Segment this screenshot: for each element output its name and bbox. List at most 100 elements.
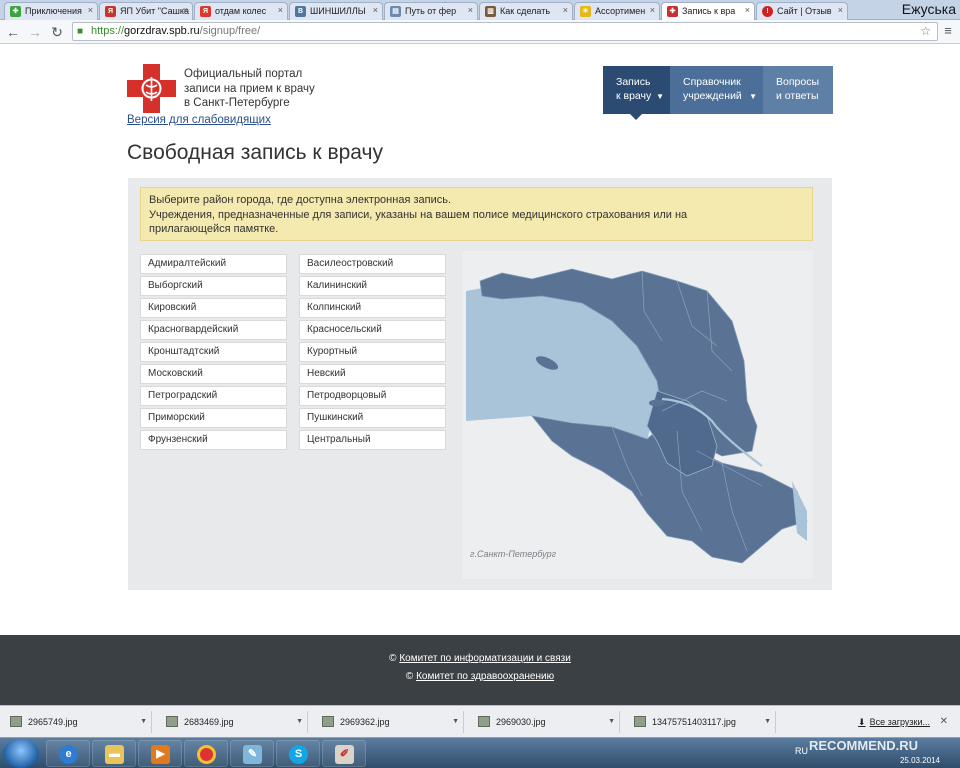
clock-date[interactable]: 25.03.2014 — [900, 756, 940, 765]
dropdown-arrow-icon[interactable]: ▼ — [764, 711, 771, 733]
medical-cross-logo-icon[interactable] — [127, 64, 176, 113]
tab-label: Путь от фер — [405, 6, 457, 16]
recommend-watermark: RECOMMEND.RU — [809, 738, 919, 753]
nav-item-faq[interactable]: Вопросы и ответы — [763, 66, 833, 114]
dropdown-arrow-icon[interactable]: ▼ — [140, 711, 147, 733]
taskbar-ie[interactable]: e — [46, 740, 90, 767]
close-icon[interactable]: × — [650, 5, 655, 15]
footer-link-informatization[interactable]: Комитет по информатизации и связи — [399, 653, 570, 664]
district-button[interactable]: Кировский — [140, 298, 287, 318]
screenshot: ✚ Приключения × Я ЯП Убит "Сашка × Я отд… — [0, 0, 960, 768]
district-button[interactable]: Центральный — [299, 430, 446, 450]
nav-item-directory[interactable]: Справочник учреждений ▼ — [670, 66, 763, 114]
copyright-symbol: © — [405, 671, 414, 682]
chrome-icon — [197, 745, 216, 764]
close-icon[interactable]: × — [278, 5, 283, 15]
browser-tab[interactable]: Я ЯП Убит "Сашка × — [99, 2, 193, 20]
nav-label: Вопросы — [776, 76, 820, 88]
download-filename: 2969030.jpg — [496, 717, 546, 727]
notepad-icon: ✎ — [243, 745, 262, 764]
taskbar-skype[interactable]: S — [276, 740, 320, 767]
district-button[interactable]: Московский — [140, 364, 287, 384]
district-button[interactable]: Пушкинский — [299, 408, 446, 428]
browser-tab[interactable]: B ШИНШИЛЛЫ × — [289, 2, 383, 20]
close-icon[interactable]: × — [745, 5, 750, 15]
dropdown-arrow-icon[interactable]: ▼ — [452, 711, 459, 733]
image-file-icon — [166, 716, 178, 727]
language-indicator[interactable]: RU — [795, 746, 808, 756]
bookmark-star-icon[interactable]: ☆ — [920, 23, 931, 40]
profile-name[interactable]: Ежуська — [902, 1, 956, 17]
taskbar-explorer[interactable]: ▬ — [92, 740, 136, 767]
taskbar-paint[interactable]: ✐ — [322, 740, 366, 767]
district-button[interactable]: Курортный — [299, 342, 446, 362]
browser-tab[interactable]: ! Сайт | Отзыв × — [756, 2, 848, 20]
notice-line: прилагающейся памятке. — [149, 223, 279, 235]
tab-label: ЯП Убит "Сашка — [120, 6, 189, 16]
taskbar-media[interactable]: ▶ — [138, 740, 182, 767]
download-item[interactable]: 13475751403117.jpg ▼ — [628, 711, 776, 733]
vk-icon: B — [295, 6, 306, 17]
city-map[interactable]: г.Санкт-Петербург — [462, 251, 813, 579]
district-button[interactable]: Василеостровский — [299, 254, 446, 274]
close-icon[interactable]: × — [88, 5, 93, 15]
tab-label: Приключения — [25, 6, 82, 16]
close-icon[interactable]: × — [373, 5, 378, 15]
low-vision-link[interactable]: Версия для слабовидящих — [127, 114, 271, 126]
browser-tab[interactable]: ▤ Путь от фер × — [384, 2, 478, 20]
taskbar-chrome[interactable] — [184, 740, 228, 767]
system-tray: RU RECOMMEND.RU 25.03.2014 — [795, 738, 960, 768]
download-filename: 2969362.jpg — [340, 717, 390, 727]
download-item[interactable]: 2969030.jpg ▼ — [472, 711, 620, 733]
sun-icon: ☀ — [580, 6, 591, 17]
portal-title: Официальный портал записи на прием к вра… — [184, 67, 344, 111]
browser-tab[interactable]: ☀ Ассортимен × — [574, 2, 660, 20]
browser-tab[interactable]: ✚ Приключения × — [4, 2, 98, 20]
footer-link-row: © Комитет по информатизации и связи — [0, 653, 960, 664]
district-button[interactable]: Колпинский — [299, 298, 446, 318]
notice-line: Выберите район города, где доступна элек… — [149, 194, 452, 206]
reload-icon[interactable]: ↻ — [48, 23, 66, 41]
tab-label: Ассортимен — [595, 6, 646, 16]
ie-icon: e — [59, 745, 78, 764]
district-button[interactable]: Калининский — [299, 276, 446, 296]
district-button[interactable]: Петроградский — [140, 386, 287, 406]
all-downloads-label: Все загрузки... — [869, 717, 930, 727]
district-button[interactable]: Приморский — [140, 408, 287, 428]
browser-tab[interactable]: Я отдам колес × — [194, 2, 288, 20]
close-icon[interactable]: ✕ — [940, 711, 948, 733]
district-button[interactable]: Красногвардейский — [140, 320, 287, 340]
nav-item-appointment[interactable]: Запись к врачу ▼ — [603, 66, 670, 120]
district-button[interactable]: Кронштадтский — [140, 342, 287, 362]
dropdown-arrow-icon[interactable]: ▼ — [608, 711, 615, 733]
menu-icon[interactable]: ≡ — [940, 23, 956, 39]
district-button[interactable]: Невский — [299, 364, 446, 384]
district-button[interactable]: Петродворцовый — [299, 386, 446, 406]
browser-tab[interactable]: ▥ Как сделать × — [479, 2, 573, 20]
download-item[interactable]: 2969362.jpg ▼ — [316, 711, 464, 733]
download-item[interactable]: 2965749.jpg ▼ — [4, 711, 152, 733]
map-caption: г.Санкт-Петербург — [470, 549, 557, 559]
district-button[interactable]: Красносельский — [299, 320, 446, 340]
close-icon[interactable]: × — [563, 5, 568, 15]
taskbar-notepad[interactable]: ✎ — [230, 740, 274, 767]
close-icon[interactable]: × — [183, 5, 188, 15]
start-button[interactable] — [3, 739, 39, 768]
url-host: gorzdrav.spb.ru — [124, 25, 200, 37]
footer-link-healthcare[interactable]: Комитет по здравоохранению — [416, 671, 554, 682]
all-downloads-link[interactable]: ⬇ Все загрузки... — [858, 711, 930, 733]
close-icon[interactable]: × — [468, 5, 473, 15]
forward-arrow-icon[interactable]: → — [26, 23, 44, 41]
browser-tab-active[interactable]: ✚ Запись к вра × — [661, 2, 755, 21]
back-arrow-icon[interactable]: ← — [4, 23, 22, 41]
dropdown-arrow-icon[interactable]: ▼ — [296, 711, 303, 733]
district-button[interactable]: Адмиралтейский — [140, 254, 287, 274]
lock-icon: ■ — [77, 26, 84, 37]
district-button[interactable]: Выборгский — [140, 276, 287, 296]
image-file-icon — [634, 716, 646, 727]
district-button[interactable]: Фрунзенский — [140, 430, 287, 450]
address-bar[interactable]: ■ https://gorzdrav.spb.ru/signup/free/ ☆ — [72, 22, 938, 41]
download-item[interactable]: 2683469.jpg ▼ — [160, 711, 308, 733]
url-path: /signup/free/ — [199, 25, 261, 37]
close-icon[interactable]: × — [838, 5, 843, 15]
